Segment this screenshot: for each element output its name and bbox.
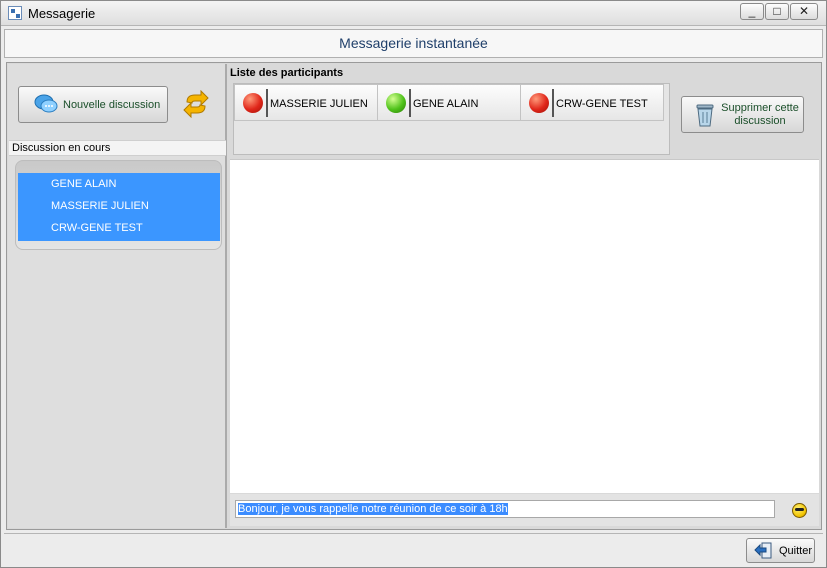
message-input[interactable]: Bonjour, je vous rappelle notre réunion … <box>235 500 775 518</box>
participant-crw-gene-test[interactable]: CRW-GENE TEST <box>520 84 664 121</box>
participants-label: Liste des participants <box>230 67 344 79</box>
footer: Quitter <box>4 533 823 567</box>
discussions-list: GENE ALAIN MASSERIE JULIEN CRW-GENE TEST <box>18 173 220 241</box>
status-green-icon <box>386 93 406 113</box>
discussion-item-gene-alain[interactable]: GENE ALAIN <box>18 173 220 195</box>
minimize-button[interactable]: _ <box>740 3 764 20</box>
discussion-item-crw-gene-test[interactable]: CRW-GENE TEST <box>18 217 220 239</box>
delete-discussion-button[interactable]: Supprimer cette discussion <box>681 96 804 133</box>
participants-list: MASSERIE JULIEN GENE ALAIN CRW-GENE TEST <box>233 83 670 155</box>
message-input-value: Bonjour, je vous rappelle notre réunion … <box>238 503 508 515</box>
new-discussion-button[interactable]: Nouvelle discussion <box>18 86 168 123</box>
discussions-panel: Nouvelle discussion Discussion en cours … <box>8 64 227 528</box>
discussions-list-panel: GENE ALAIN MASSERIE JULIEN CRW-GENE TEST <box>15 160 222 250</box>
trash-icon <box>696 104 714 127</box>
separator <box>266 89 268 117</box>
current-discussions-label: Discussion en cours <box>9 140 226 156</box>
status-red-icon <box>529 93 549 113</box>
separator <box>409 89 411 117</box>
delete-discussion-label: Supprimer cette discussion <box>718 102 802 128</box>
chat-bubble-icon <box>34 94 58 113</box>
discussion-item-masserie-julien[interactable]: MASSERIE JULIEN <box>18 195 220 217</box>
title-bar: Messagerie _ □ ✕ <box>1 1 826 26</box>
window-controls: _ □ ✕ <box>739 3 818 20</box>
message-input-row: Bonjour, je vous rappelle notre réunion … <box>230 494 819 526</box>
messagerie-window: Messagerie _ □ ✕ Messagerie instantanée … <box>0 0 827 568</box>
delete-label-line1: Supprimer cette <box>721 102 799 114</box>
exit-icon <box>754 542 772 559</box>
conversation-panel: Liste des participants MASSERIE JULIEN G… <box>229 64 821 528</box>
page-title: Messagerie instantanée <box>339 35 488 51</box>
participant-gene-alain[interactable]: GENE ALAIN <box>377 84 521 121</box>
app-icon <box>8 6 22 20</box>
maximize-button[interactable]: □ <box>765 3 789 20</box>
header-bar: Messagerie instantanée <box>4 29 823 58</box>
quit-button[interactable]: Quitter <box>746 538 815 563</box>
participant-masserie-julien[interactable]: MASSERIE JULIEN <box>234 84 378 121</box>
refresh-icon[interactable] <box>181 90 211 118</box>
new-discussion-label: Nouvelle discussion <box>63 99 161 111</box>
participant-name: GENE ALAIN <box>413 98 479 110</box>
close-button[interactable]: ✕ <box>790 3 818 20</box>
delete-label-line2: discussion <box>734 115 786 127</box>
separator <box>552 89 554 117</box>
status-red-icon <box>243 93 263 113</box>
participant-name: MASSERIE JULIEN <box>270 98 368 110</box>
quit-label: Quitter <box>779 545 813 557</box>
participant-name: CRW-GENE TEST <box>556 98 648 110</box>
window-title: Messagerie <box>28 6 96 21</box>
emoji-icon[interactable] <box>792 503 807 518</box>
chat-history <box>230 159 819 493</box>
main-content: Nouvelle discussion Discussion en cours … <box>6 62 822 530</box>
